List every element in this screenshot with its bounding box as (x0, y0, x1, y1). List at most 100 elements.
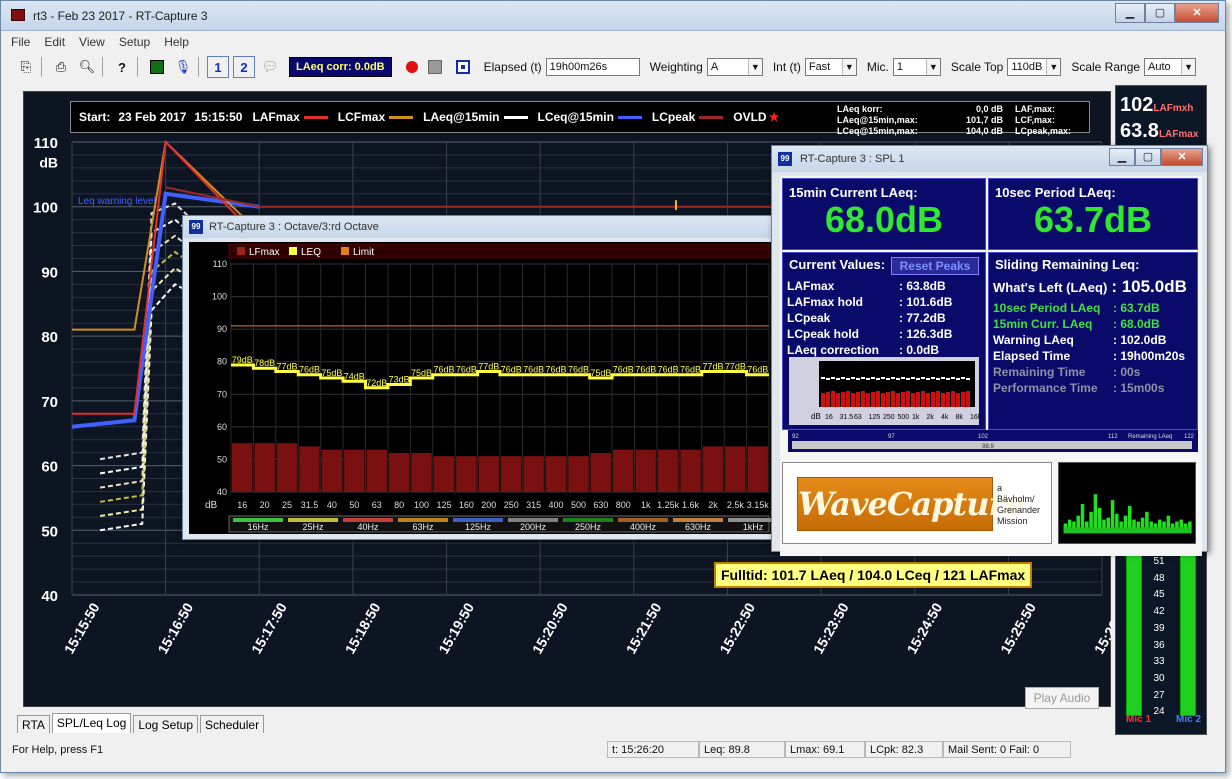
tab-rta[interactable]: RTA (17, 715, 50, 733)
fulltid-summary: Fulltid: 101.7 LAeq / 104.0 LCeq / 121 L… (714, 562, 1033, 588)
band-label: 63Hz (412, 522, 434, 532)
menu-help[interactable]: Help (164, 32, 189, 52)
menu-file[interactable]: File (11, 32, 30, 52)
scale-range-select[interactable]: Auto ▼ (1144, 58, 1197, 76)
octave-title-bar[interactable]: 99 RT-Capture 3 : Octave/3:rd Octave (183, 216, 781, 238)
laeq-corr-button[interactable]: LAeq corr: 0.0dB (289, 57, 392, 77)
maximize-button[interactable]: ▢ (1135, 148, 1161, 166)
current-values-label: Current Values: (789, 257, 886, 272)
readout-value: 0,0 dB (975, 104, 1003, 114)
octave-title: RT-Capture 3 : Octave/3:rd Octave (209, 221, 379, 233)
app-icon (11, 9, 25, 21)
lfmax-bar (388, 452, 410, 492)
period-laeq-label: 10sec Period LAeq: (995, 185, 1116, 200)
menu-view[interactable]: View (79, 32, 105, 52)
spl-window[interactable]: 99 RT-Capture 3 : SPL 1 ▁ ▢ ✕ 15min Curr… (771, 145, 1208, 556)
value-row: LCpeak: 77.2dB (787, 311, 946, 325)
band-label: 630Hz (685, 522, 712, 532)
minimize-button[interactable]: ▁ (1109, 148, 1135, 166)
mini-peak (836, 378, 840, 380)
leq-value-label: 78dB (254, 358, 275, 368)
print-preview-icon[interactable]: 🔍︎ (76, 56, 98, 78)
mini-peak (911, 377, 915, 379)
spl-title-bar[interactable]: 99 RT-Capture 3 : SPL 1 ▁ ▢ ✕ (772, 146, 1207, 172)
mic-1-label: Mic 1 (1126, 714, 1152, 725)
stop-icon[interactable] (427, 60, 442, 74)
play-audio-button[interactable]: Play Audio (1025, 687, 1099, 709)
marker-icon[interactable] (452, 56, 474, 78)
main-window: rt3 - Feb 23 2017 - RT-Capture 3 ▁ ▢ ✕ F… (0, 0, 1226, 773)
maximize-button[interactable]: ▢ (1145, 3, 1175, 23)
grid-icon[interactable] (146, 56, 168, 78)
record-icon[interactable] (405, 61, 418, 73)
menu-edit[interactable]: Edit (44, 32, 65, 52)
y-axis-label: dB (39, 154, 58, 170)
band-label: 125Hz (465, 522, 492, 532)
status-lcpk: LCpk: 82.3 (865, 741, 943, 758)
lfmax-bar (321, 449, 343, 492)
int-select[interactable]: Fast ▼ (804, 58, 857, 76)
mini-bar (951, 391, 955, 407)
leq-value-label: 76dB (456, 365, 477, 375)
spl-title: RT-Capture 3 : SPL 1 (800, 153, 905, 165)
menu-setup[interactable]: Setup (119, 32, 150, 52)
leq-value-label: 76dB (568, 365, 589, 375)
mini-bar (876, 391, 880, 407)
status-bar: For Help, press F1 t: 15:26:20 Leq: 89.8… (1, 739, 1225, 759)
close-button[interactable]: ✕ (1175, 3, 1219, 23)
mic-select[interactable]: 1 ▼ (892, 58, 941, 76)
lfmax-bar (702, 446, 724, 492)
leq-value-label: 76dB (658, 365, 679, 375)
close-button[interactable]: ✕ (1161, 148, 1203, 166)
help-icon[interactable]: ? (111, 56, 133, 78)
legend-swatch (289, 247, 297, 255)
comment-icon[interactable]: 💬︎ (259, 56, 281, 78)
scale-top-select[interactable]: 110dB ▼ (1007, 58, 1062, 76)
spectrum-floor (1063, 527, 1191, 534)
mini-freq-label: 125 (869, 414, 881, 421)
lfmax-bar (590, 452, 612, 492)
lfmax-bar (680, 449, 701, 492)
status-help: For Help, press F1 (12, 744, 104, 756)
x-tick-label: 1.25k (657, 500, 680, 510)
leq-value-label: 76dB (546, 365, 567, 375)
weighting-select[interactable]: A ▼ (706, 58, 763, 76)
x-tick-label: 15:24:50 (903, 600, 945, 657)
copy-icon[interactable]: ⎘ (15, 56, 37, 78)
channel-1-icon[interactable]: 1 (207, 56, 229, 78)
y-tick-label: 50 (41, 523, 58, 540)
leq-value-label: 77dB (702, 361, 723, 371)
y-tick-label: 60 (217, 422, 227, 432)
mini-db-label: dB (811, 412, 821, 421)
x-tick-label: 500 (571, 500, 586, 510)
start-date: 23 Feb 2017 (118, 110, 187, 124)
print-icon[interactable]: ⎙ (50, 56, 72, 78)
x-tick-label: 400 (549, 500, 564, 510)
octave-window[interactable]: 99 RT-Capture 3 : Octave/3:rd Octave LFm… (182, 215, 782, 540)
readout-key: LCpeak,max: (1015, 126, 1072, 136)
minimize-button[interactable]: ▁ (1115, 3, 1145, 23)
tab-scheduler[interactable]: Scheduler (200, 715, 265, 733)
y-tick-label: 80 (217, 357, 227, 367)
lfmax-bar (501, 456, 522, 492)
sliding-label: Sliding Remaining Leq: (995, 257, 1140, 272)
current-laeq-panel: 15min Current LAeq: 68.0dB (782, 178, 986, 250)
meter-scale: 51 48 45 42 39 36 33 30 27 24 (1144, 554, 1174, 721)
status-time: t: 15:26:20 (607, 741, 699, 758)
leq-value-label: 75dB (411, 368, 432, 378)
sliding-leq-panel: Sliding Remaining Leq: What's Left (LAeq… (988, 252, 1198, 430)
channel-2-icon[interactable]: 2 (233, 56, 255, 78)
tab-log-setup[interactable]: Log Setup (133, 715, 199, 733)
value-row: LAFmax: 63.8dB (787, 279, 946, 293)
x-tick-label: 15:22:50 (716, 600, 758, 657)
reset-peaks-button[interactable]: Reset Peaks (891, 257, 979, 275)
microphone-icon[interactable]: 🎙︎ (172, 56, 194, 78)
mini-freq-label: 250 (883, 414, 895, 421)
mini-peak (846, 378, 850, 380)
chevron-down-icon: ▼ (1046, 59, 1061, 75)
mini-peak (856, 378, 860, 380)
scale-top-value: 110dB (1011, 61, 1043, 73)
toolbar: ⎘ ⎙ 🔍︎ ? 🎙︎ 1 2 💬︎ LAeq corr: 0.0dB Elap… (1, 53, 1225, 81)
tab-spl-leq-log[interactable]: SPL/Leq Log (51, 713, 132, 733)
wavecapture-logo: WaveCapture a Bävholm/ Grenander Mission (782, 462, 1052, 544)
